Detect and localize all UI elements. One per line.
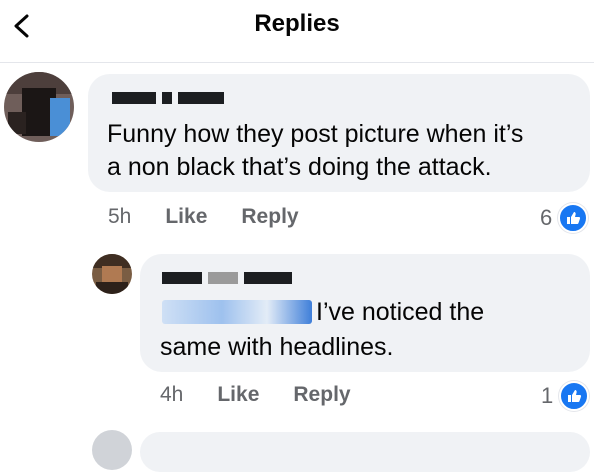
reaction-summary[interactable]: 6 [540,203,589,233]
commenter-name-redacted[interactable] [112,92,224,104]
thumbs-up-icon [558,203,589,233]
reply-text-line: I’ve noticed the [316,298,485,326]
reaction-count: 1 [541,383,554,408]
reply-button[interactable]: Reply [241,205,298,229]
reply-time: 4h [160,383,184,406]
top-bar: Replies [0,0,594,63]
reply-bubble[interactable] [140,432,590,472]
like-button[interactable]: Like [165,205,207,229]
page-title: Replies [254,10,340,37]
redacted-mention[interactable] [162,300,312,324]
like-button[interactable]: Like [217,383,259,407]
reply-text-line: same with headlines. [160,333,394,361]
commenter-name-redacted[interactable] [162,272,292,284]
avatar[interactable] [92,254,132,294]
thumbs-up-icon [559,381,590,411]
reaction-summary[interactable]: 1 [541,381,590,411]
avatar[interactable] [4,72,74,142]
comment-text-line: a non black that’s doing the attack. [107,153,492,181]
comment-text-line: Funny how they post picture when it’s [107,120,524,148]
avatar[interactable] [92,430,132,470]
comment-time: 5h [108,205,132,228]
reply-button[interactable]: Reply [293,383,350,407]
reaction-count: 6 [540,205,553,230]
reply-actions: 4h Like Reply [160,383,351,407]
comment-actions: 5h Like Reply [108,205,299,229]
